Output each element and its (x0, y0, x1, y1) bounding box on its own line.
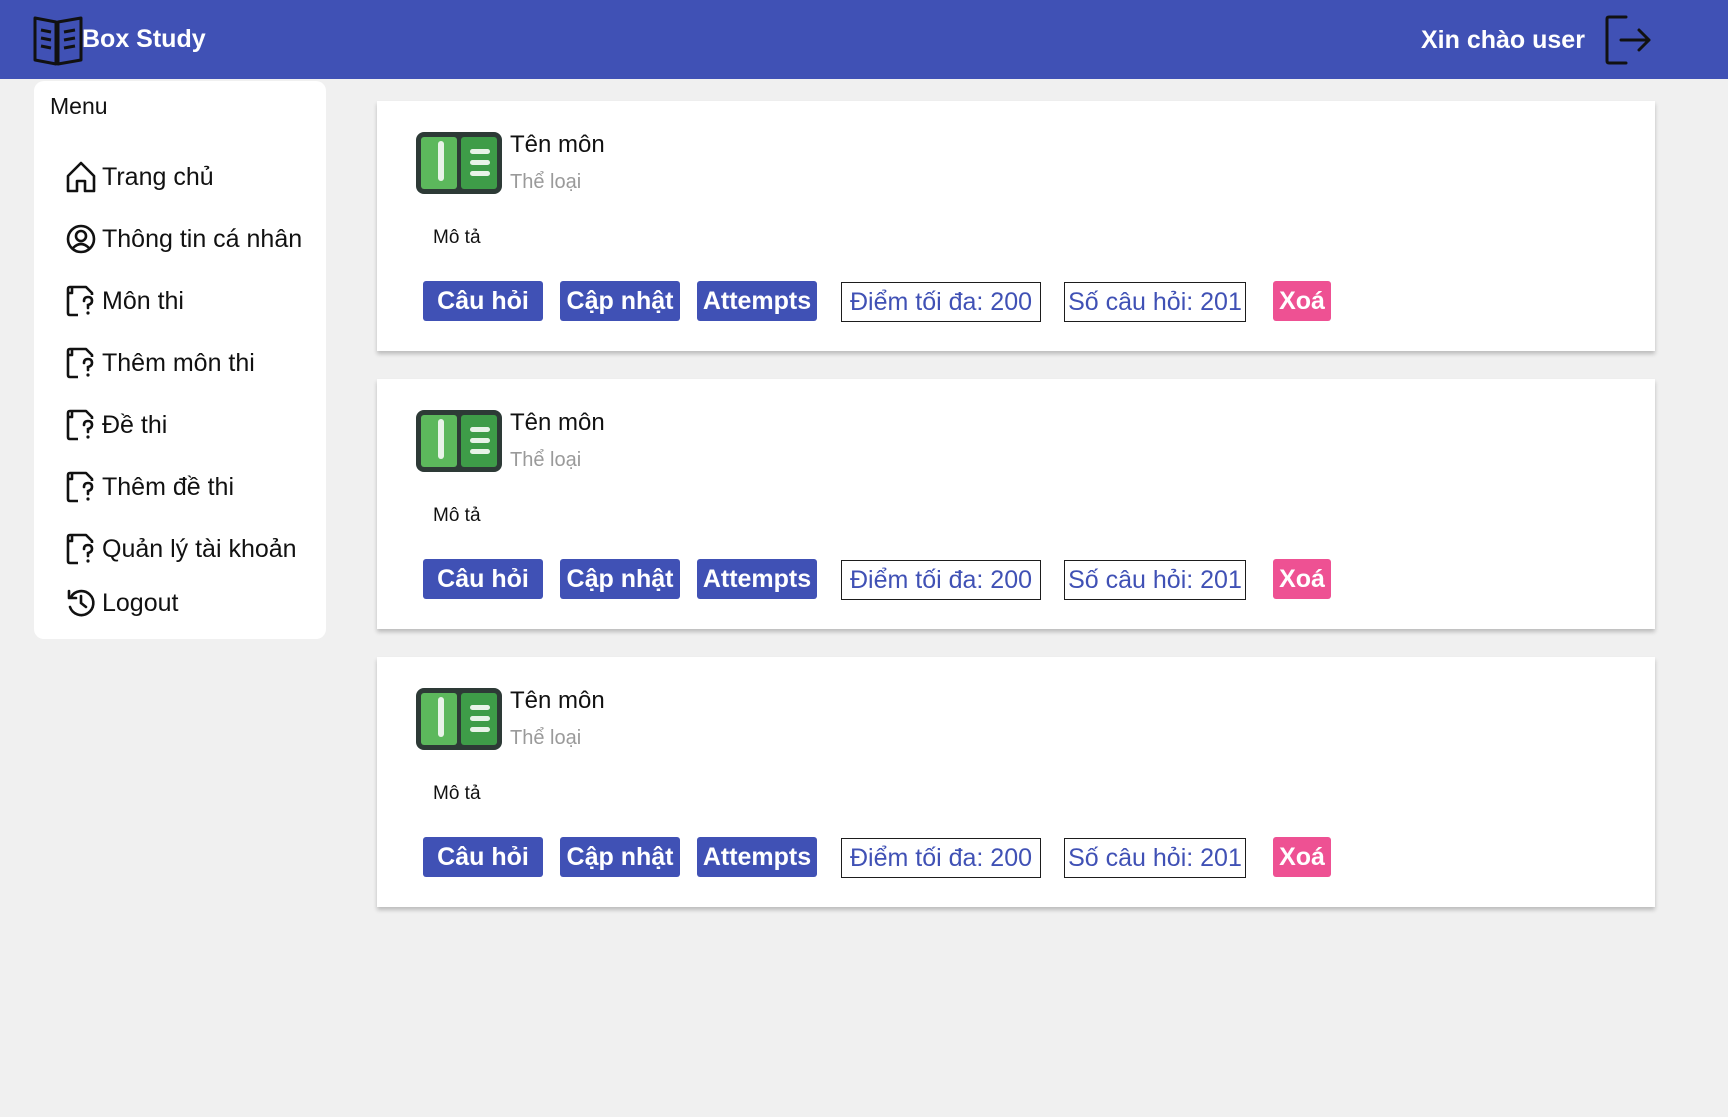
subject-description: Mô tả (433, 227, 481, 248)
sidebar-item-home[interactable]: Trang chủ (64, 159, 214, 195)
subject-card: Tên môn Thể loại Mô tả Câu hỏi Cập nhật … (377, 101, 1655, 351)
delete-button[interactable]: Xoá (1273, 281, 1331, 321)
sidebar-item-subjects[interactable]: Môn thi (64, 283, 184, 319)
max-score-badge: Điểm tối đa: 200 (841, 838, 1041, 878)
sidebar-item-label: Quản lý tài khoản (102, 534, 297, 563)
file-question-icon (66, 533, 94, 565)
subject-name: Tên môn (510, 409, 605, 436)
menu-title: Menu (50, 93, 108, 119)
sidebar-item-label: Trang chủ (102, 162, 214, 191)
sidebar-item-logout[interactable]: Logout (64, 585, 178, 621)
user-circle-icon (66, 224, 96, 254)
sidebar-item-label: Thêm môn thi (102, 348, 255, 377)
sidebar-item-profile[interactable]: Thông tin cá nhân (64, 221, 302, 257)
brand[interactable]: Box Study (32, 12, 206, 66)
max-score-badge: Điểm tối đa: 200 (841, 282, 1041, 322)
file-question-icon (66, 285, 94, 317)
subject-name: Tên môn (510, 131, 605, 158)
question-count-badge: Số câu hỏi: 201 (1064, 560, 1246, 600)
attempts-button[interactable]: Attempts (697, 559, 817, 599)
sidebar-item-add-exam[interactable]: Thêm đề thi (64, 469, 234, 505)
sidebar: Menu Trang chủ Thông tin cá nhân Môn thi… (34, 81, 326, 639)
sidebar-item-label: Thông tin cá nhân (102, 224, 303, 253)
subject-description: Mô tả (433, 505, 481, 526)
subject-card: Tên môn Thể loại Mô tả Câu hỏi Cập nhật … (377, 379, 1655, 629)
subject-category: Thể loại (510, 171, 582, 193)
attempts-button[interactable]: Attempts (697, 837, 817, 877)
history-icon (67, 589, 95, 617)
subject-book-icon (416, 688, 502, 750)
subject-description: Mô tả (433, 783, 481, 804)
brand-name: Box Study (82, 24, 206, 53)
update-button[interactable]: Cập nhật (560, 281, 680, 321)
logout-icon[interactable] (1604, 14, 1654, 66)
sidebar-item-label: Logout (102, 588, 179, 617)
subject-name: Tên môn (510, 687, 605, 714)
sidebar-item-add-subject[interactable]: Thêm môn thi (64, 345, 255, 381)
sidebar-item-label: Thêm đề thi (102, 472, 235, 501)
delete-button[interactable]: Xoá (1273, 837, 1331, 877)
delete-button[interactable]: Xoá (1273, 559, 1331, 599)
home-icon (66, 161, 96, 193)
top-navbar: Box Study Xin chào user (0, 0, 1728, 79)
user-greeting: Xin chào user (1421, 26, 1585, 54)
sidebar-item-label: Đề thi (102, 410, 168, 439)
subject-book-icon (416, 410, 502, 472)
sidebar-item-exams[interactable]: Đề thi (64, 407, 167, 443)
questions-button[interactable]: Câu hỏi (423, 559, 543, 599)
subject-card: Tên môn Thể loại Mô tả Câu hỏi Cập nhật … (377, 657, 1655, 907)
attempts-button[interactable]: Attempts (697, 281, 817, 321)
file-question-icon (66, 471, 94, 503)
book-logo-icon (33, 16, 83, 66)
subject-book-icon (416, 132, 502, 194)
file-question-icon (66, 409, 94, 441)
subject-category: Thể loại (510, 727, 582, 749)
questions-button[interactable]: Câu hỏi (423, 837, 543, 877)
subject-category: Thể loại (510, 449, 582, 471)
file-question-icon (66, 347, 94, 379)
sidebar-item-account-management[interactable]: Quản lý tài khoản (64, 531, 297, 567)
max-score-badge: Điểm tối đa: 200 (841, 560, 1041, 600)
question-count-badge: Số câu hỏi: 201 (1064, 282, 1246, 322)
update-button[interactable]: Cập nhật (560, 837, 680, 877)
questions-button[interactable]: Câu hỏi (423, 281, 543, 321)
update-button[interactable]: Cập nhật (560, 559, 680, 599)
sidebar-item-label: Môn thi (102, 286, 184, 315)
question-count-badge: Số câu hỏi: 201 (1064, 838, 1246, 878)
